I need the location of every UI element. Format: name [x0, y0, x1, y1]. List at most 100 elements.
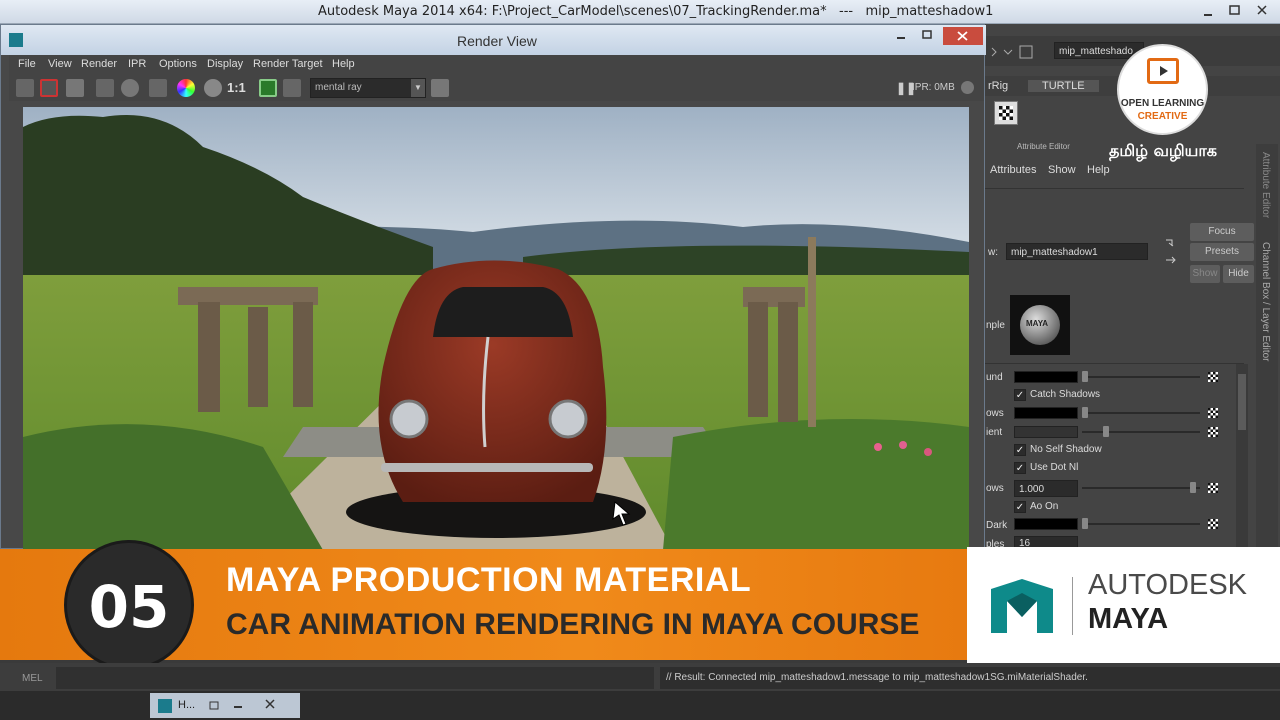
catch-shadows-label: Catch Shadows	[1030, 389, 1101, 400]
remove-image-icon[interactable]	[283, 79, 301, 97]
attribute-editor-label: Attribute Editor	[1017, 142, 1070, 151]
menu-ipr[interactable]: IPR	[128, 58, 146, 70]
shader-name-field[interactable]: mip_matteshadow1	[1006, 243, 1148, 260]
shelf-arrows-icon[interactable]	[990, 44, 1040, 60]
use-dot-nl-label: Use Dot Nl	[1030, 462, 1079, 473]
refresh-icon[interactable]	[121, 79, 139, 97]
focus-button[interactable]: Focus	[1190, 223, 1254, 241]
material-sample-swatch: MAYA	[1010, 295, 1070, 355]
render-view-title: Render View	[457, 33, 537, 49]
side-tab-attribute-editor[interactable]: Attribute Editor	[1260, 152, 1271, 218]
ao-dark-label: Dark	[986, 520, 1008, 531]
maya-logo-icon	[991, 579, 1053, 633]
alpha-channel-icon[interactable]	[204, 79, 222, 97]
banner-subtitle: CAR ANIMATION RENDERING IN MAYA COURSE	[226, 608, 920, 641]
main-titlebar: Autodesk Maya 2014 x64: F:\Project_CarMo…	[0, 0, 1280, 24]
renderer-select[interactable]: mental ray ▼	[310, 78, 426, 98]
taskbar: H...	[0, 691, 1280, 720]
ae-menu-attributes[interactable]: Attributes	[990, 164, 1036, 176]
ambient-map-icon[interactable]	[1208, 427, 1218, 437]
banner-title: MAYA PRODUCTION MATERIAL	[226, 561, 752, 599]
ao-dark-map-icon[interactable]	[1208, 519, 1218, 529]
color-channels-icon[interactable]	[177, 79, 195, 97]
ao-rays-label: ows	[986, 483, 1004, 494]
background-map-icon[interactable]	[1208, 372, 1218, 382]
ao-on-checkbox[interactable]: ✓	[1014, 501, 1026, 513]
use-dot-nl-checkbox[interactable]: ✓	[1014, 462, 1026, 474]
play-screen-icon	[1147, 58, 1179, 84]
presets-button[interactable]: Presets	[1190, 243, 1254, 261]
menu-render-target[interactable]: Render Target	[253, 58, 323, 70]
window-control-icons[interactable]	[1196, 0, 1280, 22]
autodesk-maya-logo: AUTODESK MAYA	[967, 547, 1280, 663]
catch-shadows-checkbox[interactable]: ✓	[1014, 389, 1026, 401]
command-result-field: // Result: Connected mip_matteshadow1.me…	[660, 667, 1280, 689]
menu-help[interactable]: Help	[332, 58, 355, 70]
rv-window-controls[interactable]	[889, 27, 983, 47]
menu-file[interactable]: File	[18, 58, 36, 70]
background-label: und	[986, 372, 1003, 383]
ipr-status: IPR: 0MB	[912, 82, 955, 93]
hide-button[interactable]: Hide	[1223, 265, 1254, 283]
sample-label: nple	[986, 320, 1005, 331]
render-frame-icon[interactable]	[16, 79, 34, 97]
maya-app-icon	[158, 699, 172, 713]
checker-icon[interactable]	[994, 101, 1018, 125]
lesson-number: 05	[88, 573, 170, 641]
no-self-shadow-checkbox[interactable]: ✓	[1014, 444, 1026, 456]
lesson-number-badge: 05	[64, 540, 194, 670]
ao-rays-map-icon[interactable]	[1208, 483, 1218, 493]
shelf-tab-rig[interactable]: rRig	[988, 80, 1008, 92]
command-line-bar: MEL // Result: Connected mip_matteshadow…	[0, 663, 1280, 691]
tamil-caption: தமிழ் வழியாக	[1109, 141, 1217, 160]
ambient-color-swatch[interactable]	[1014, 426, 1078, 438]
ipr-render-icon[interactable]	[96, 79, 114, 97]
menu-view[interactable]: View	[48, 58, 72, 70]
logo-maya-text: MAYA	[1088, 603, 1169, 635]
ae-scrollbar[interactable]	[1236, 364, 1248, 549]
renderer-select-value: mental ray	[315, 82, 362, 93]
shader-field-label: w:	[988, 247, 998, 258]
snapshot-icon[interactable]	[66, 79, 84, 97]
minimized-window[interactable]: H...	[150, 693, 300, 718]
background-slider-handle[interactable]	[1082, 371, 1088, 382]
shadow-slider-handle[interactable]	[1082, 407, 1088, 418]
ao-dark-slider-handle[interactable]	[1082, 518, 1088, 529]
menu-display[interactable]: Display	[207, 58, 243, 70]
render-viewport[interactable]	[23, 107, 969, 550]
input-output-icons[interactable]	[1162, 234, 1178, 270]
menu-render[interactable]: Render	[81, 58, 117, 70]
real-size-button[interactable]: 1:1	[227, 80, 246, 95]
no-self-shadow-label: No Self Shadow	[1030, 444, 1102, 455]
logo-autodesk-text: AUTODESK	[1088, 569, 1248, 601]
render-view-menubar: File View Render IPR Options Display Ren…	[9, 55, 984, 75]
keep-image-icon[interactable]	[259, 79, 277, 97]
menu-options[interactable]: Options	[159, 58, 197, 70]
ae-menu-show[interactable]: Show	[1048, 164, 1076, 176]
olc-line2: CREATIVE	[1137, 111, 1188, 122]
shadow-color-swatch[interactable]	[1014, 407, 1078, 419]
ae-menubar: Attributes Show Help	[984, 161, 1244, 181]
render-settings-icon[interactable]	[431, 79, 449, 97]
ao-rays-field[interactable]: 1.000	[1014, 480, 1078, 497]
render-view-titlebar: Render View	[1, 25, 986, 55]
ambient-slider-handle[interactable]	[1103, 426, 1109, 437]
rendered-car-image	[23, 107, 969, 550]
mel-label[interactable]: MEL	[22, 673, 43, 684]
show-button[interactable]: Show	[1190, 265, 1220, 283]
mel-input[interactable]	[56, 667, 654, 689]
ao-rays-slider-handle[interactable]	[1190, 482, 1196, 493]
olc-line1: OPEN LEARNING	[1120, 98, 1205, 109]
ae-menu-help[interactable]: Help	[1087, 164, 1110, 176]
render-view-window: Render View File View Render IPR Options…	[0, 24, 986, 550]
shelf-tab-turtle[interactable]: TURTLE	[1028, 80, 1099, 92]
task-window-controls[interactable]	[206, 698, 296, 712]
side-tab-channel-box[interactable]: Channel Box / Layer Editor	[1260, 242, 1271, 362]
maya-app-icon	[9, 33, 23, 47]
shadow-map-icon[interactable]	[1208, 408, 1218, 418]
ae-scrollbar-thumb[interactable]	[1238, 374, 1246, 430]
ao-dark-swatch[interactable]	[1014, 518, 1078, 530]
render-region-icon[interactable]	[40, 79, 58, 97]
background-color-swatch[interactable]	[1014, 371, 1078, 383]
clapper-icon[interactable]	[149, 79, 167, 97]
